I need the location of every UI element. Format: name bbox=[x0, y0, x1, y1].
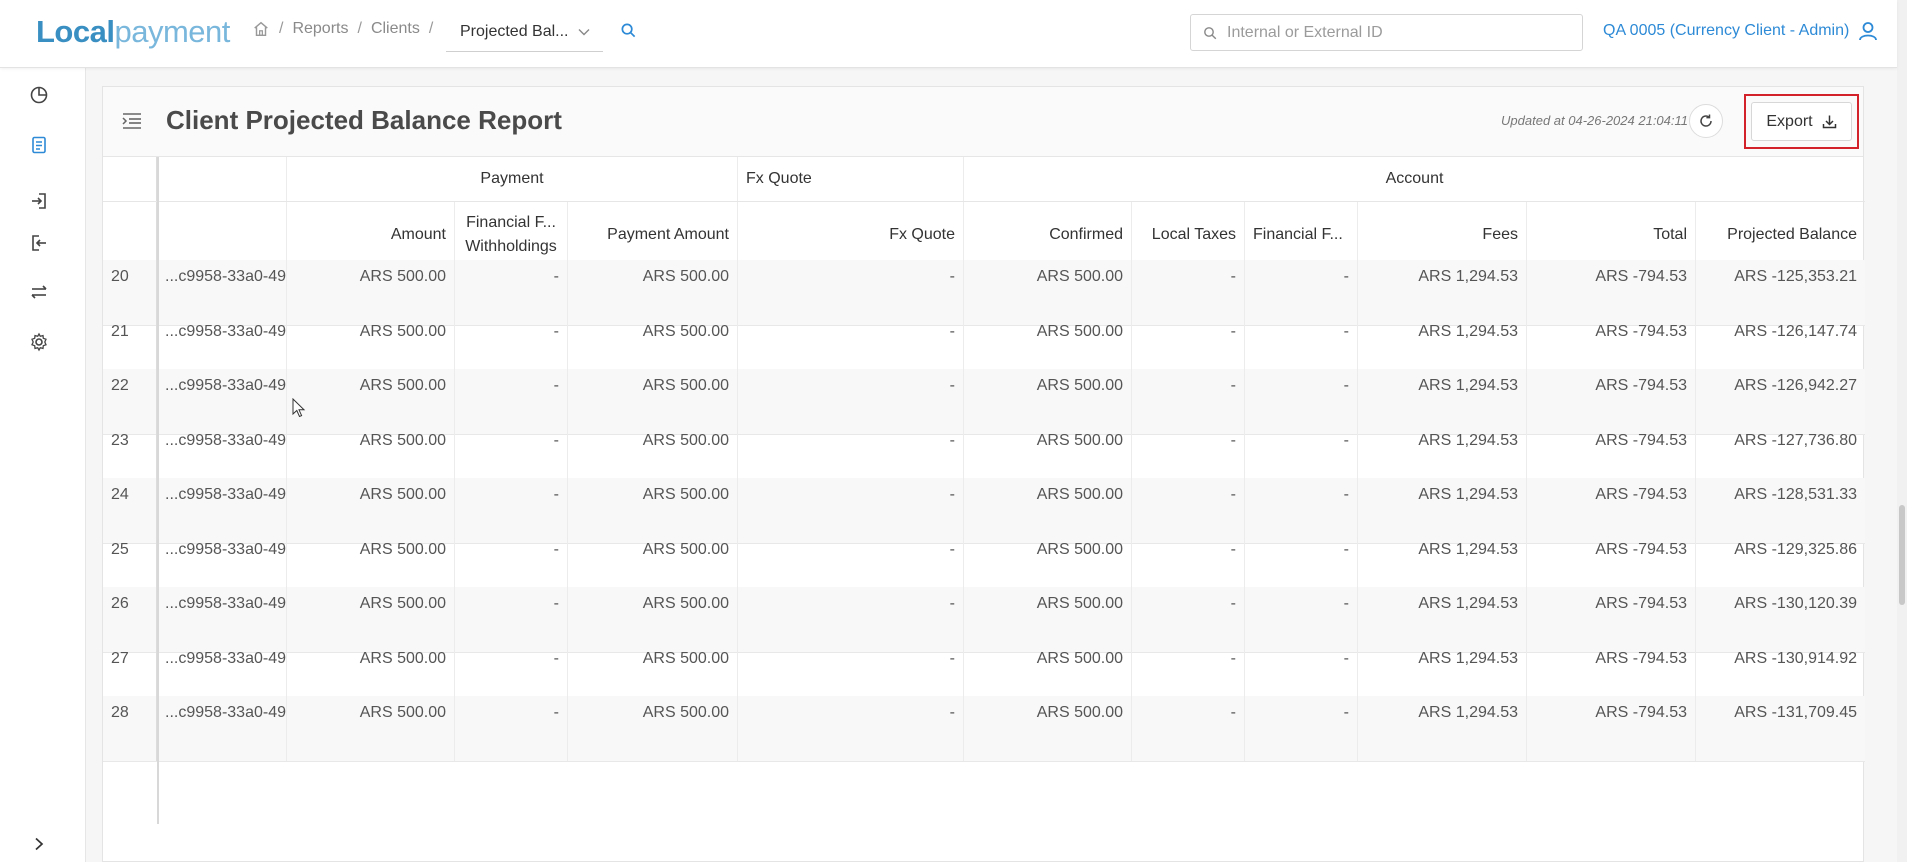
payout-icon[interactable] bbox=[29, 233, 49, 253]
cell-fees: ARS 1,294.53 bbox=[1358, 696, 1527, 761]
refresh-icon bbox=[1700, 114, 1712, 127]
export-button[interactable]: Export bbox=[1751, 102, 1852, 141]
column-header-confirmed[interactable]: Confirmed bbox=[964, 202, 1132, 268]
frozen-column-divider bbox=[157, 157, 159, 824]
transfer-icon[interactable] bbox=[29, 282, 49, 302]
cell-payment-amount: ARS 500.00 bbox=[568, 696, 738, 761]
breadcrumb-separator: / bbox=[279, 20, 284, 37]
cell-confirmed: ARS 500.00 bbox=[964, 696, 1132, 761]
vertical-scrollbar[interactable] bbox=[1897, 0, 1907, 862]
search-icon bbox=[1204, 27, 1217, 40]
user-icon bbox=[1859, 22, 1878, 41]
search-icon[interactable] bbox=[620, 22, 637, 39]
vertical-scrollbar-thumb[interactable] bbox=[1899, 505, 1905, 605]
breadcrumb-clients[interactable]: Clients bbox=[371, 20, 420, 38]
report-select[interactable]: Projected Bal... bbox=[446, 12, 603, 52]
gear-icon[interactable] bbox=[29, 332, 49, 352]
updated-timestamp: Updated at 04-26-2024 21:04:11 bbox=[1501, 113, 1688, 128]
report-card: Client Projected Balance Report Updated … bbox=[102, 86, 1865, 862]
column-header-id bbox=[157, 202, 287, 268]
top-bar: Local payment / Reports / Clients / Proje… bbox=[0, 0, 1897, 68]
group-header-blank bbox=[103, 157, 157, 201]
breadcrumb: / Reports / Clients / bbox=[252, 20, 442, 38]
main-content: Client Projected Balance Report Updated … bbox=[86, 68, 1897, 862]
cell-financial-f: - bbox=[1245, 696, 1358, 761]
logo-text-payment: payment bbox=[114, 14, 230, 49]
column-header-fx-quote[interactable]: Fx Quote bbox=[738, 202, 964, 268]
column-header-payment-amount[interactable]: Payment Amount bbox=[568, 202, 738, 268]
mouse-cursor-icon bbox=[292, 398, 306, 418]
group-header-blank bbox=[157, 157, 287, 201]
group-header-fx-quote: Fx Quote bbox=[738, 157, 964, 201]
chevron-right-icon[interactable] bbox=[31, 836, 47, 852]
group-header-row: Payment Fx Quote Account bbox=[103, 157, 1865, 202]
cell-index: 28 bbox=[103, 696, 157, 761]
cell-id: c9958-33a0-494... bbox=[157, 696, 287, 761]
cell-amount: ARS 500.00 bbox=[287, 696, 455, 761]
pie-chart-icon[interactable] bbox=[29, 85, 49, 105]
id-search-input[interactable]: Internal or External ID bbox=[1190, 14, 1583, 51]
column-header-financial-f[interactable]: Financial F... bbox=[1245, 202, 1358, 268]
column-header-projected-balance[interactable]: Projected Balance bbox=[1696, 202, 1865, 268]
column-header-financial-withholdings[interactable]: Financial F... Withholdings bbox=[455, 202, 568, 268]
column-header-fees[interactable]: Fees bbox=[1358, 202, 1527, 268]
page-title: Client Projected Balance Report bbox=[166, 105, 562, 135]
report-select-value: Projected Bal... bbox=[460, 22, 569, 40]
group-header-payment: Payment bbox=[287, 157, 738, 201]
sidebar bbox=[0, 68, 86, 862]
column-header-amount[interactable]: Amount bbox=[287, 202, 455, 268]
group-header-account: Account bbox=[1385, 170, 1444, 187]
column-header-financial-line2: Withholdings bbox=[465, 238, 557, 255]
breadcrumb-separator: / bbox=[428, 20, 434, 37]
id-search-placeholder: Internal or External ID bbox=[1227, 23, 1383, 41]
cell-fx-quote: - bbox=[738, 696, 964, 761]
logo-text-local: Local bbox=[36, 14, 115, 49]
user-menu[interactable]: QA 0005 (Currency Client - Admin) bbox=[1603, 20, 1879, 42]
user-label: QA 0005 (Currency Client - Admin) bbox=[1603, 22, 1850, 39]
column-header-row: Amount Financial F... Withholdings Payme… bbox=[103, 202, 1865, 269]
cell-projected-balance: ARS -131,709.45 bbox=[1734, 704, 1857, 721]
column-header-financial-line1: Financial F... bbox=[466, 214, 556, 231]
logo[interactable]: Local payment bbox=[36, 14, 230, 50]
report-icon[interactable] bbox=[29, 135, 49, 155]
breadcrumb-reports[interactable]: Reports bbox=[292, 20, 348, 38]
column-header-local-taxes[interactable]: Local Taxes bbox=[1132, 202, 1245, 268]
home-icon[interactable] bbox=[252, 20, 270, 38]
column-header-total[interactable]: Total bbox=[1527, 202, 1696, 268]
export-highlight: Export bbox=[1744, 94, 1859, 149]
export-label: Export bbox=[1766, 112, 1813, 130]
cell-withholdings: - bbox=[455, 696, 568, 761]
cell-total: ARS -794.53 bbox=[1527, 696, 1696, 761]
payin-icon[interactable] bbox=[29, 191, 49, 211]
cell-local-taxes: - bbox=[1132, 696, 1245, 761]
menu-indent-icon[interactable] bbox=[121, 111, 143, 131]
breadcrumb-separator: / bbox=[357, 20, 362, 37]
report-header: Client Projected Balance Report Updated … bbox=[103, 87, 1863, 157]
report-table: Payment Fx Quote Account Amount Financia… bbox=[103, 157, 1865, 824]
chevron-down-icon bbox=[578, 29, 590, 36]
column-header-index bbox=[103, 202, 157, 268]
download-icon bbox=[1822, 115, 1836, 129]
refresh-button[interactable] bbox=[1689, 104, 1723, 138]
table-row[interactable]: 28 c9958-33a0-494... ARS 500.00- ARS 500.00… bbox=[103, 696, 1865, 762]
